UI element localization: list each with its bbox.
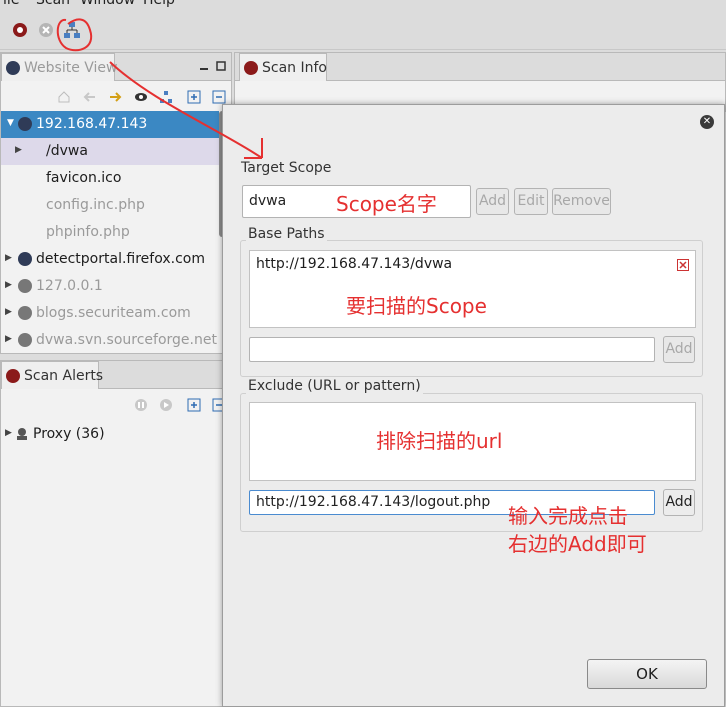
pause-icon[interactable] xyxy=(134,398,148,412)
tree-label: phpinfo.php xyxy=(46,224,130,240)
globe-icon xyxy=(18,333,32,347)
close-icon[interactable]: ✕ xyxy=(700,115,714,129)
globe-icon xyxy=(18,306,32,320)
annotation-hint-line1: 输入完成点击 xyxy=(508,504,628,528)
collapse-arrow-icon[interactable]: ▶ xyxy=(5,334,12,344)
tab-scan-alerts[interactable]: Scan Alerts xyxy=(1,361,103,389)
annotation-scope-to-scan: 要扫描的Scope xyxy=(346,294,487,318)
scope-edit-button[interactable]: Edit xyxy=(514,188,548,215)
scan-info-panel: Scan Info xyxy=(234,52,726,112)
menu-scan[interactable]: Scan xyxy=(36,0,70,8)
scan-start-icon[interactable] xyxy=(11,21,29,39)
play-icon[interactable] xyxy=(159,398,173,412)
globe-icon xyxy=(18,279,32,293)
tree-label: /dvwa xyxy=(46,143,88,159)
tree-label: 192.168.47.143 xyxy=(36,116,148,132)
tree-node-localhost[interactable]: ▶ 127.0.0.1 xyxy=(1,273,219,300)
tree-label: blogs.securiteam.com xyxy=(36,305,191,321)
tree-label: detectportal.firefox.com xyxy=(36,251,205,267)
annotation-hint-line2: 右边的Add即可 xyxy=(508,532,647,556)
scan-alerts-tabbar: Scan Alerts xyxy=(1,361,231,389)
proxy-icon xyxy=(17,428,27,440)
tree-icon[interactable] xyxy=(159,90,173,104)
tab-website-view[interactable]: Website View xyxy=(1,53,118,81)
base-paths-label: Base Paths xyxy=(246,226,327,242)
target-scope-dialog: ✕ Target Scope dvwa Add Edit Remove Base… xyxy=(222,104,725,707)
tree-node-favicon[interactable]: favicon.ico xyxy=(1,165,219,192)
tree-node-securiteam[interactable]: ▶ blogs.securiteam.com xyxy=(1,300,219,327)
globe-icon xyxy=(18,252,32,266)
expand-all-icon[interactable] xyxy=(187,90,201,104)
menubar: File Scan Window Help xyxy=(0,0,726,10)
forward-icon[interactable] xyxy=(108,90,122,104)
globe-icon xyxy=(6,61,20,75)
tab-label: Scan Alerts xyxy=(24,368,104,384)
tree-node-phpinfo[interactable]: phpinfo.php xyxy=(1,219,219,246)
tree-node-sourceforge[interactable]: ▶ dvwa.svn.sourceforge.net xyxy=(1,327,219,354)
scope-remove-button[interactable]: Remove xyxy=(552,188,611,215)
collapse-arrow-icon[interactable]: ▶ xyxy=(15,145,22,155)
tab-label: Website View xyxy=(24,60,118,76)
exclude-add-button[interactable]: Add xyxy=(663,489,695,516)
home-icon[interactable] xyxy=(57,90,71,104)
expand-all-icon[interactable] xyxy=(187,398,201,412)
tree-node-host[interactable]: ▼ 192.168.47.143 xyxy=(1,111,219,138)
tree-label: Proxy (36) xyxy=(33,426,105,442)
base-path-item[interactable]: http://192.168.47.143/dvwa xyxy=(256,256,452,272)
tree-label: favicon.ico xyxy=(46,170,122,186)
tree-label: dvwa.svn.sourceforge.net xyxy=(36,332,217,348)
annotation-scope-name: Scope名字 xyxy=(336,192,437,216)
menu-help[interactable]: Help xyxy=(143,0,175,8)
exclude-label: Exclude (URL or pattern) xyxy=(246,378,423,394)
globe-icon xyxy=(18,117,32,131)
tree-node-config[interactable]: config.inc.php xyxy=(1,192,219,219)
annotation-exclude-url: 排除扫描的url xyxy=(376,429,503,453)
minimize-icon[interactable] xyxy=(199,61,209,71)
expand-arrow-icon[interactable]: ▼ xyxy=(7,118,14,128)
tree-node-dvwa[interactable]: ▶ /dvwa xyxy=(1,138,219,165)
stop-icon[interactable] xyxy=(37,21,55,39)
collapse-arrow-icon[interactable]: ▶ xyxy=(5,253,12,263)
tree-node-detectportal[interactable]: ▶ detectportal.firefox.com xyxy=(1,246,219,273)
scan-info-tabbar: Scan Info xyxy=(235,53,725,81)
toolbar xyxy=(0,10,726,50)
maximize-icon[interactable] xyxy=(216,61,226,71)
collapse-arrow-icon[interactable]: ▶ xyxy=(5,428,12,438)
collapse-arrow-icon[interactable]: ▶ xyxy=(5,307,12,317)
scope-tree-icon[interactable] xyxy=(63,21,81,39)
menu-window[interactable]: Window xyxy=(80,0,135,8)
base-path-add-button[interactable]: Add xyxy=(663,336,695,363)
info-icon xyxy=(244,61,258,75)
back-icon[interactable] xyxy=(83,90,97,104)
menu-file[interactable]: File xyxy=(0,0,19,8)
scan-alerts-panel: Scan Alerts ▶ Proxy (36) xyxy=(0,360,232,707)
ok-button[interactable]: OK xyxy=(587,659,707,689)
tab-scan-info[interactable]: Scan Info xyxy=(239,53,327,81)
alert-node-proxy[interactable]: ▶ Proxy (36) xyxy=(1,421,219,448)
delete-path-icon[interactable] xyxy=(677,259,689,271)
eye-icon[interactable] xyxy=(134,90,148,104)
base-path-input[interactable] xyxy=(249,337,655,362)
website-view-tabbar: Website View xyxy=(1,53,231,81)
website-view-panel: Website View ▼ 192.168.47.143 ▶ /dvwa fa… xyxy=(0,52,232,354)
scope-add-button[interactable]: Add xyxy=(476,188,509,215)
alert-icon xyxy=(6,369,20,383)
tree-label: 127.0.0.1 xyxy=(36,278,103,294)
tab-label: Scan Info xyxy=(262,60,327,76)
target-scope-label: Target Scope xyxy=(241,160,332,176)
tree-label: config.inc.php xyxy=(46,197,145,213)
collapse-all-icon[interactable] xyxy=(212,90,226,104)
collapse-arrow-icon[interactable]: ▶ xyxy=(5,280,12,290)
